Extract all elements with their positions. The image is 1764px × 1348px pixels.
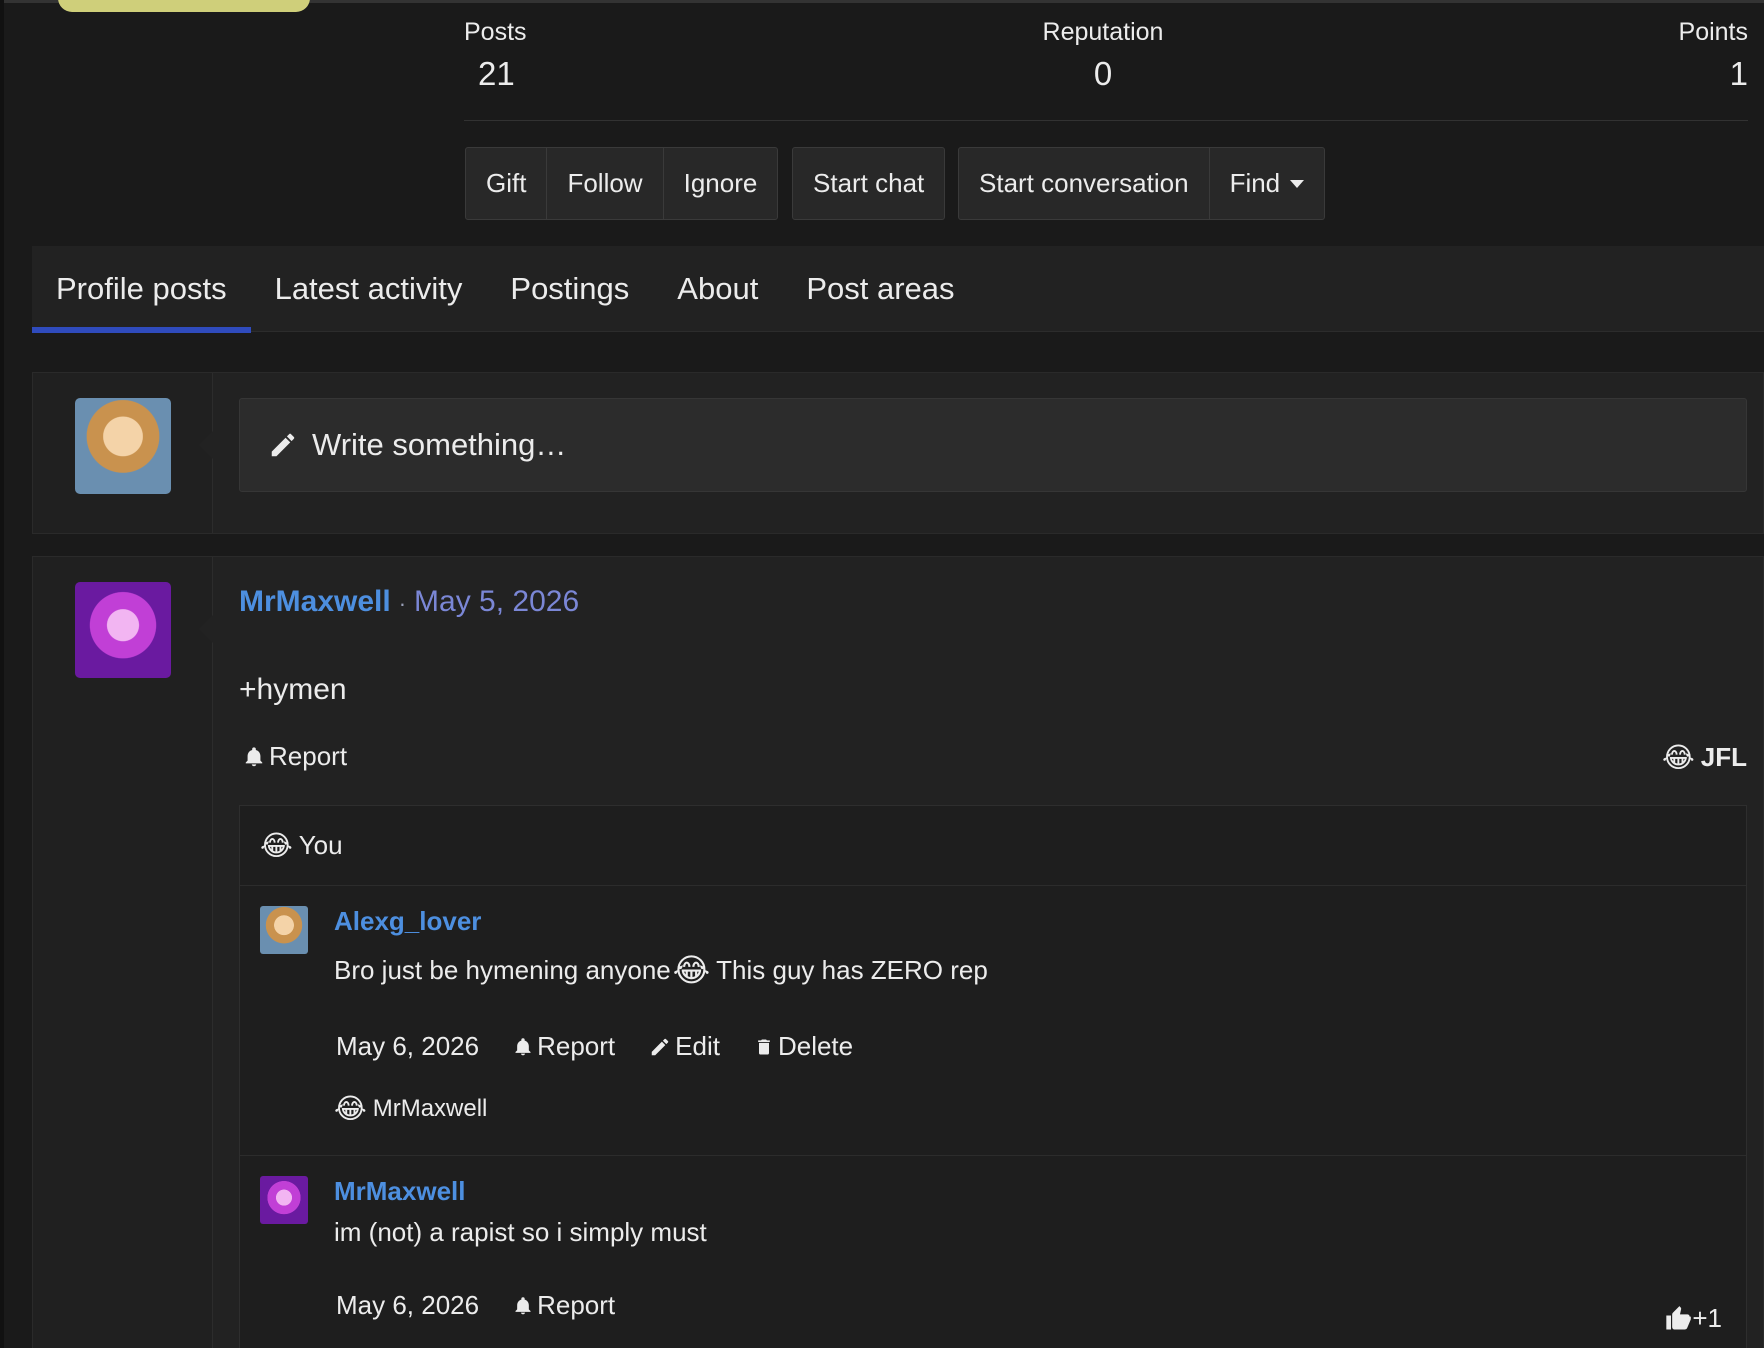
stat-points[interactable]: Points 1 — [1660, 18, 1748, 93]
follow-button[interactable]: Follow — [547, 148, 664, 219]
comment-text-part2: This guy has ZERO rep — [716, 954, 988, 985]
caret-down-icon — [1290, 179, 1305, 188]
pencil-icon — [271, 433, 295, 457]
bell-icon — [515, 1296, 531, 1314]
member-action-group: Gift Follow Ignore — [465, 147, 779, 220]
comments-section: 😂 You Alexg_lover Bro just be hymening a… — [239, 805, 1747, 1348]
stat-posts-label: Posts — [464, 18, 527, 46]
post-reactors-label: You — [298, 830, 343, 860]
comment-date-link[interactable]: May 6, 2026 — [336, 1290, 479, 1321]
comment-report-label: Report — [537, 1031, 616, 1061]
trash-icon — [758, 1039, 770, 1054]
start-chat-button[interactable]: Start chat — [793, 148, 944, 219]
tab-post-areas[interactable]: Post areas — [782, 246, 978, 331]
comment-delete-link[interactable]: Delete — [754, 1031, 853, 1062]
post-date-link[interactable]: May 5, 2026 — [414, 585, 579, 618]
post-avatar-column — [33, 557, 213, 1348]
comment-avatar[interactable] — [260, 1176, 308, 1224]
comment-like-button[interactable]: +1 — [1664, 1303, 1722, 1334]
composer-avatar-column — [33, 373, 213, 533]
left-border — [0, 0, 4, 1348]
comment-edit-label: Edit — [675, 1031, 720, 1061]
stats-divider — [464, 120, 1748, 121]
post-reaction-summary[interactable]: 😂 JFL — [1662, 741, 1747, 774]
profile-post-composer: Write something… — [32, 372, 1764, 534]
comment-edit-link[interactable]: Edit — [649, 1031, 720, 1062]
post-report-link[interactable]: Report — [243, 741, 347, 772]
post-author-link[interactable]: MrMaxwell — [239, 585, 391, 618]
comment-text-part1: Bro just be hymening anyone — [334, 954, 671, 985]
profile-banner-button[interactable] — [58, 0, 310, 12]
tab-about[interactable]: About — [653, 246, 782, 331]
write-something-input[interactable]: Write something… — [239, 398, 1747, 492]
stat-posts-value: 21 — [478, 55, 515, 92]
find-dropdown-button[interactable]: Find — [1210, 148, 1325, 219]
pencil-icon — [651, 1038, 669, 1055]
profile-post: MrMaxwell · May 5, 2026 +hymen Report 😂 JF… — [32, 556, 1764, 1348]
comment-item: MrMaxwell im (not) a rapist so i simply … — [240, 1156, 1746, 1348]
composer-pointer — [199, 431, 213, 459]
comment-body: Bro just be hymening anyone 😂 This guy h… — [334, 951, 1746, 989]
post-report-label: Report — [269, 741, 348, 771]
conversation-action-group: Start conversation Find — [958, 147, 1326, 220]
tears-of-joy-icon: 😂 — [672, 951, 711, 989]
post-author-avatar[interactable] — [75, 582, 171, 678]
comment-body: im (not) a rapist so i simply must — [334, 1217, 707, 1247]
comment-report-label: Report — [537, 1290, 616, 1320]
post-body: +hymen — [239, 673, 347, 706]
tears-of-joy-icon: 😂 — [260, 829, 293, 862]
stat-points-value: 1 — [1729, 55, 1748, 92]
comment-reactors-row[interactable]: 😂 MrMaxwell — [334, 1092, 1746, 1125]
find-label: Find — [1229, 168, 1281, 198]
comment-report-link[interactable]: Report — [513, 1290, 615, 1321]
post-separator: · — [398, 591, 407, 616]
tears-of-joy-icon: 😂 — [334, 1092, 367, 1125]
tab-postings[interactable]: Postings — [486, 246, 653, 331]
like-count-label: +1 — [1692, 1303, 1722, 1333]
comment-date-link[interactable]: May 6, 2026 — [336, 1031, 479, 1062]
stat-posts[interactable]: Posts 21 — [464, 18, 527, 93]
stat-reputation: Reputation 0 — [1040, 18, 1166, 93]
ignore-button[interactable]: Ignore — [664, 148, 778, 219]
comment-author-link[interactable]: Alexg_lover — [334, 886, 1746, 937]
comment-report-link[interactable]: Report — [513, 1031, 615, 1062]
stat-reputation-value: 0 — [1093, 55, 1113, 92]
profile-tabs: Profile posts Latest activity Postings A… — [32, 246, 1764, 333]
tears-of-joy-icon: 😂 — [1662, 741, 1695, 774]
stat-points-label: Points — [1678, 18, 1748, 46]
comment-reactors-label: MrMaxwell — [372, 1094, 488, 1122]
bell-icon — [245, 746, 263, 766]
comment-avatar[interactable] — [260, 906, 308, 954]
gift-button[interactable]: Gift — [466, 148, 548, 219]
post-header: MrMaxwell · May 5, 2026 — [239, 585, 579, 619]
write-something-placeholder: Write something… — [312, 427, 567, 462]
tab-profile-posts[interactable]: Profile posts — [32, 246, 251, 333]
current-user-avatar[interactable] — [75, 398, 171, 494]
bell-icon — [515, 1037, 531, 1055]
comment-item: Alexg_lover Bro just be hymening anyone … — [240, 886, 1746, 1156]
post-pointer — [199, 615, 213, 643]
reaction-label: JFL — [1700, 742, 1747, 772]
chat-action-group: Start chat — [792, 147, 946, 220]
stat-reputation-label: Reputation — [1042, 18, 1164, 46]
comment-actions: May 6, 2026 Report Edit Delete — [334, 1031, 1746, 1062]
comment-actions: May 6, 2026 Report — [334, 1290, 1746, 1321]
post-reactors-row[interactable]: 😂 You — [240, 806, 1746, 886]
comment-delete-label: Delete — [777, 1031, 854, 1061]
comment-author-link[interactable]: MrMaxwell — [334, 1156, 1746, 1207]
tab-latest-activity[interactable]: Latest activity — [251, 246, 487, 331]
start-conversation-button[interactable]: Start conversation — [959, 148, 1210, 219]
thumbs-up-icon — [1666, 1305, 1692, 1329]
